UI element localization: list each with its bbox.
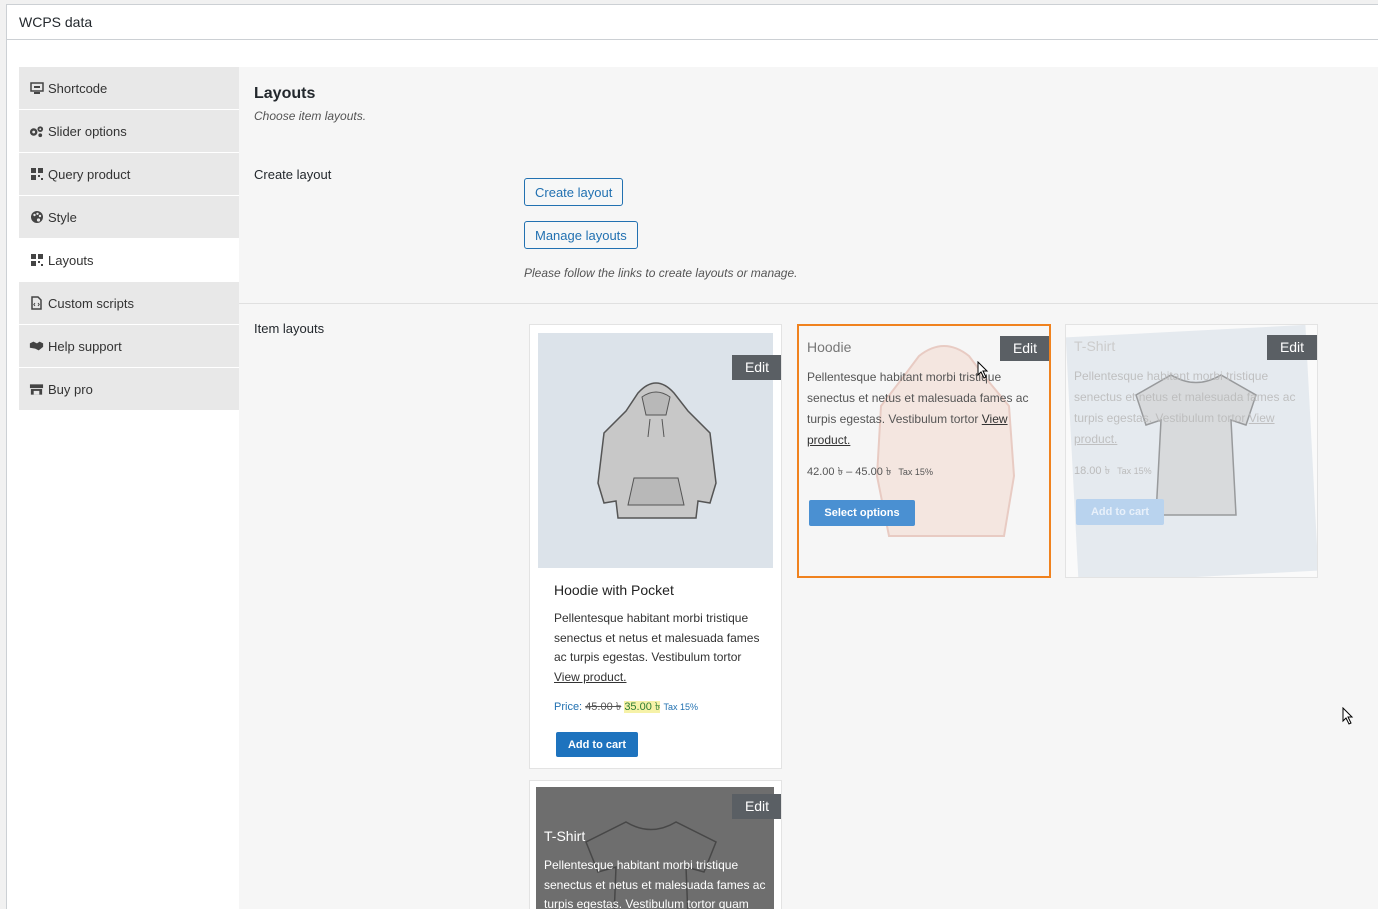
- gears-icon: [29, 124, 44, 138]
- view-product-link[interactable]: View product.: [554, 668, 759, 688]
- create-layout-button[interactable]: Create layout: [524, 178, 624, 206]
- store-icon: [29, 382, 44, 396]
- nav-item-slider-options[interactable]: Slider options: [19, 110, 239, 153]
- edit-button[interactable]: Edit: [732, 794, 781, 819]
- product-title: T-Shirt: [544, 828, 586, 844]
- manage-layouts-button[interactable]: Manage layouts: [524, 221, 638, 249]
- settings-nav: Shortcode Slider options Query product S…: [19, 67, 239, 411]
- product-link[interactable]: product.: [807, 430, 1028, 451]
- layout-card-3[interactable]: Edit T-Shirt Pellentesque habitant morbi…: [1065, 324, 1318, 578]
- create-layout-label: Create layout: [254, 167, 332, 182]
- panel-title: WCPS data: [7, 5, 1378, 40]
- product-description: Pellentesque habitant morbi tristique se…: [554, 609, 759, 687]
- mouse-cursor-icon: [1342, 707, 1354, 725]
- divider: [239, 303, 1378, 304]
- product-price: 18.00 ৳ Tax 15%: [1074, 465, 1152, 477]
- view-link[interactable]: View: [1249, 411, 1275, 425]
- product-title: Hoodie with Pocket: [554, 582, 674, 598]
- product-description: Pellentesque habitant morbi tristique se…: [807, 367, 1028, 451]
- product-title: Hoodie: [807, 339, 852, 355]
- file-code-icon: [29, 296, 44, 310]
- nav-label: Query product: [48, 166, 131, 182]
- handshake-icon: [29, 339, 44, 353]
- product-description: Pellentesque habitant morbi tristique se…: [544, 858, 766, 909]
- nav-label: Style: [48, 209, 77, 225]
- nav-item-query-product[interactable]: Query product: [19, 153, 239, 196]
- section-title: Layouts: [254, 85, 316, 102]
- nav-label: Slider options: [48, 123, 127, 139]
- edit-button[interactable]: Edit: [1000, 336, 1049, 361]
- product-description: Pellentesque habitant morbi tristique se…: [1074, 366, 1295, 450]
- grid-icon: [29, 167, 44, 181]
- palette-icon: [29, 210, 44, 224]
- nav-item-help-support[interactable]: Help support: [19, 325, 239, 368]
- section-description: Choose item layouts.: [254, 109, 367, 123]
- nav-label: Custom scripts: [48, 295, 134, 311]
- item-layouts-label: Item layouts: [254, 321, 325, 336]
- layout-card-4[interactable]: Edit T-Shirt Pellentesque habitant morbi…: [529, 780, 782, 909]
- nav-item-buy-pro[interactable]: Buy pro: [19, 368, 239, 411]
- monitor-icon: [29, 81, 44, 95]
- nav-label: Layouts: [48, 252, 94, 268]
- product-title: T-Shirt: [1074, 338, 1116, 354]
- nav-item-layouts[interactable]: Layouts: [19, 239, 239, 282]
- nav-label: Shortcode: [48, 80, 108, 96]
- product-price: 42.00 ৳ – 45.00 ৳ Tax 15%: [807, 466, 933, 478]
- select-options-button[interactable]: Select options: [809, 500, 915, 526]
- nav-label: Help support: [48, 338, 122, 354]
- edit-button[interactable]: Edit: [1267, 335, 1317, 360]
- product-link[interactable]: product.: [1074, 429, 1295, 450]
- nav-item-shortcode[interactable]: Shortcode: [19, 67, 239, 110]
- mouse-cursor-icon: [977, 361, 989, 379]
- product-price: Price: 45.00 ৳ 35.00 ৳ Tax 15%: [554, 701, 698, 713]
- grid-icon: [29, 253, 44, 267]
- nav-item-custom-scripts[interactable]: Custom scripts: [19, 282, 239, 325]
- layout-card-2[interactable]: Edit Hoodie Pellentesque habitant morbi …: [797, 324, 1051, 578]
- edit-button[interactable]: Edit: [732, 355, 781, 380]
- view-link[interactable]: View: [982, 412, 1008, 426]
- add-to-cart-button[interactable]: Add to cart: [556, 732, 638, 757]
- add-to-cart-button[interactable]: Add to cart: [1076, 499, 1164, 525]
- follow-note: Please follow the links to create layout…: [524, 266, 798, 280]
- wcps-data-panel: WCPS data Shortcode Slider options Query…: [6, 4, 1378, 909]
- layouts-section: Layouts Choose item layouts. Create layo…: [239, 67, 1378, 909]
- nav-label: Buy pro: [48, 381, 93, 397]
- nav-item-style[interactable]: Style: [19, 196, 239, 239]
- layout-card-1[interactable]: Edit Hoodie with Pocket Pellentesque hab…: [529, 324, 782, 769]
